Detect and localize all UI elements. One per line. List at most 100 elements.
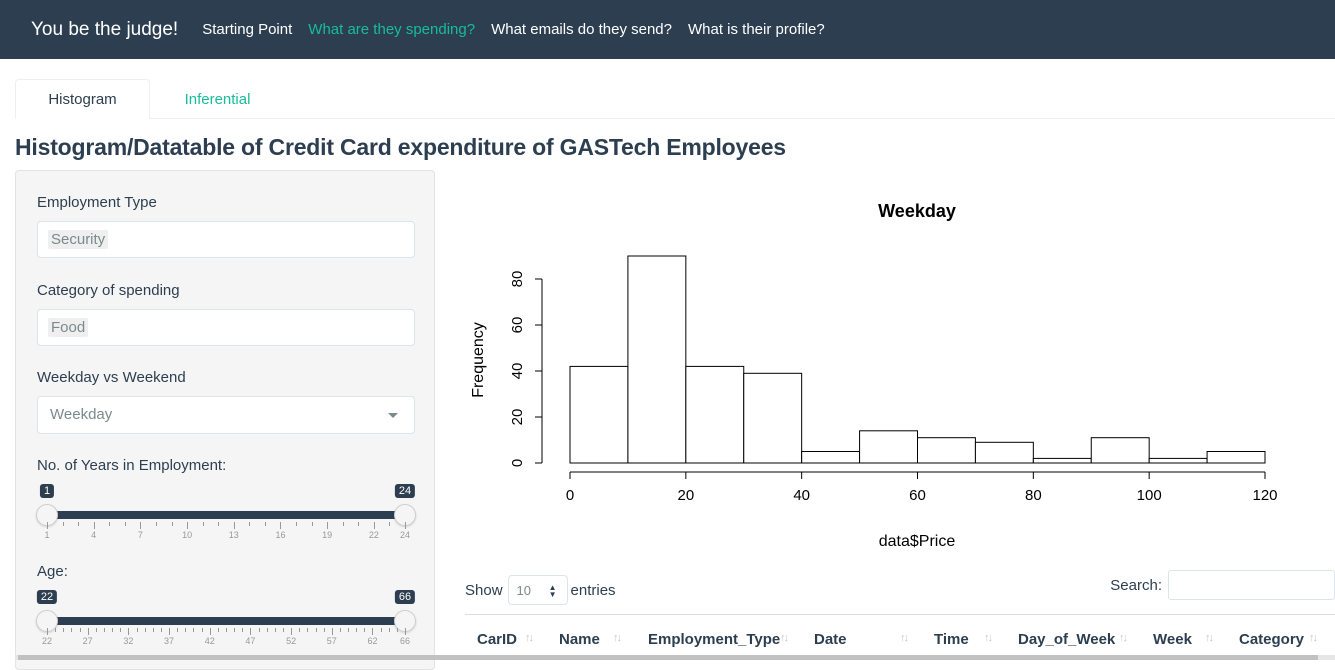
age-tick [396,628,398,632]
column-header-week[interactable]: Week [1153,631,1192,648]
years-tick [296,522,298,526]
column-header-date[interactable]: Date [814,631,847,648]
category-chip[interactable]: Food [48,318,89,337]
column-header-time[interactable]: Time [934,631,969,648]
entries-value: 10 [516,583,531,598]
y-tick-label: 0 [509,459,526,467]
years-tick [155,522,157,526]
age-tick [209,628,211,635]
y-axis-label: Frequency [470,322,487,398]
histogram-bar [1032,457,1092,464]
age-tick [152,628,154,632]
weekday-selected-value: Weekday [50,406,113,423]
years-slider-track[interactable] [47,511,405,519]
sort-icon[interactable]: ↑↓ [984,632,993,644]
age-tick [169,628,171,635]
datatable-header: CarID ↑↓ Name ↑↓ Employment_Type ↑↓ Date… [465,614,1335,660]
age-tick [128,628,130,635]
column-header-employment-type[interactable]: Employment_Type [648,631,780,648]
age-tick [87,628,89,635]
years-tick-label: 10 [182,530,193,540]
search-input[interactable] [1168,570,1335,600]
scrollbar-thumb[interactable] [18,655,1318,660]
age-slider-track[interactable] [47,617,405,625]
column-header-name[interactable]: Name [559,631,600,648]
age-tick [185,628,187,632]
age-tick [250,628,252,635]
years-tick-label: 16 [275,530,286,540]
age-tick-label: 22 [41,636,53,646]
years-tick [218,522,220,526]
histogram-bar [974,441,1034,464]
employment-type-select[interactable]: Security [37,221,415,258]
nav-item-starting-point[interactable]: Starting Point [202,21,292,38]
age-tick [307,628,309,632]
age-tick [201,628,203,632]
x-tick-label: 60 [909,487,926,504]
histogram-bar [917,437,976,464]
years-tick [109,522,111,526]
updown-icon: ▲ ▼ [548,583,557,599]
years-tick [327,522,329,529]
app-brand[interactable]: You be the judge! [31,19,178,41]
years-range-slider[interactable]: 1 24 1 4 7 10 13 16 19 22 24 [36,484,416,554]
years-tick-label: 22 [368,530,379,540]
category-label: Category of spending [37,282,180,299]
tab-histogram[interactable]: Histogram [15,79,150,119]
column-header-carid[interactable]: CarID [477,631,517,648]
x-tick-label: 120 [1252,487,1277,504]
years-tick [280,522,282,529]
years-tick [342,522,344,526]
years-tick [47,522,48,529]
age-tick [144,628,146,632]
entries-select[interactable]: 10 ▲ ▼ [507,575,568,605]
age-tick-label: 57 [326,636,337,646]
age-tick-label: 47 [245,636,256,646]
age-tick [364,628,366,632]
years-tick-label: 4 [91,530,97,540]
years-ticks [47,522,406,530]
column-header-day-of-week[interactable]: Day_of_Week [1018,631,1115,648]
age-tick [266,628,268,632]
age-tick [291,628,293,635]
age-range-slider[interactable]: 22 66 22 27 32 37 42 47 52 57 62 66 [36,590,416,660]
age-tick [193,628,195,632]
age-tick-label: 37 [164,636,175,646]
sort-icon[interactable]: ↑↓ [613,632,622,644]
sort-icon[interactable]: ↑↓ [525,632,534,644]
horizontal-scrollbar[interactable] [15,655,1335,660]
y-tick-label: 20 [509,409,526,426]
sort-icon[interactable]: ↑↓ [780,632,789,644]
show-label: Show [465,581,503,599]
chart-title: Weekday [878,201,956,221]
sort-icon[interactable]: ↑↓ [1309,632,1318,644]
nav-item-profile[interactable]: What is their profile? [688,21,825,38]
weekday-dropdown[interactable]: Weekday [37,396,415,434]
years-tick [264,522,266,526]
tab-bar: Histogram Inferential [15,79,1335,119]
age-tick-label: 62 [367,636,378,646]
age-tick [380,628,382,632]
age-tick [63,628,65,632]
sort-icon[interactable]: ↑↓ [1119,632,1128,644]
histogram-chart: Weekday 0 20 40 60 80 100 120 0 20 40 60 80 data$Pric… [455,185,1335,560]
tab-inferential[interactable]: Inferential [150,79,285,119]
sort-icon[interactable]: ↑↓ [1205,632,1214,644]
page-title: Histogram/Datatable of Credit Card expen… [15,134,786,160]
years-tick [249,522,251,526]
years-tick [171,522,173,526]
sort-icon[interactable]: ↑↓ [900,632,909,644]
years-tick [358,522,360,526]
age-tick [79,628,81,632]
age-tick [258,628,260,632]
employment-type-chip[interactable]: Security [48,230,109,249]
nav-item-emails[interactable]: What emails do they send? [491,21,672,38]
age-tick [226,628,227,632]
search-label: Search: [1110,576,1162,594]
nav-item-spending[interactable]: What are they spending? [308,21,475,38]
category-select[interactable]: Food [37,309,415,346]
age-tick [234,628,236,632]
years-tick [124,522,126,526]
column-header-category[interactable]: Category [1239,631,1304,648]
age-label: Age: [37,563,68,580]
